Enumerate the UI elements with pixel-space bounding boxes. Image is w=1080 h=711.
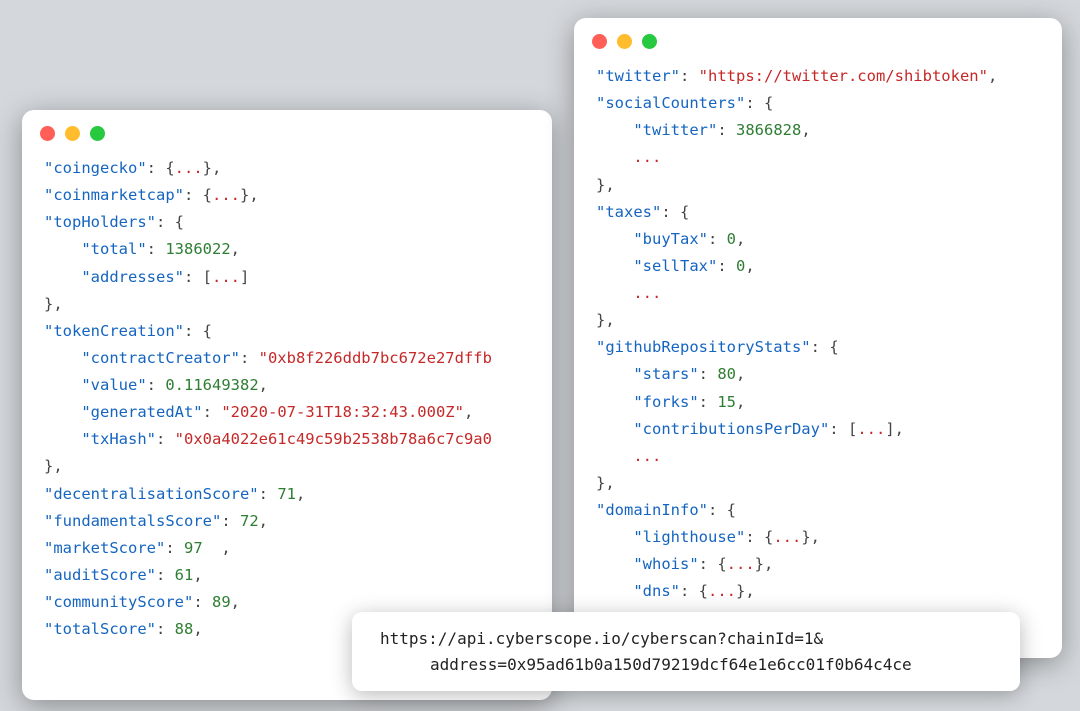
maximize-icon[interactable] [90,126,105,141]
json-key: "lighthouse" [633,528,745,546]
json-number: 61 [175,566,194,584]
json-number: 97 [184,539,203,557]
json-key: "contractCreator" [81,349,240,367]
api-url-line2: address=0x95ad61b0a150d79219dcf64e1e6cc0… [380,652,992,678]
json-number: 3866828 [736,121,801,139]
minimize-icon[interactable] [617,34,632,49]
json-key: "contributionsPerDay" [633,420,829,438]
api-url-line1: https://api.cyberscope.io/cyberscan?chai… [380,626,992,652]
json-key: "marketScore" [44,539,165,557]
window-titlebar [574,18,1062,53]
json-key: "forks" [633,393,698,411]
json-key: "taxes" [596,203,661,221]
close-icon[interactable] [40,126,55,141]
window-titlebar [22,110,552,145]
json-number: 71 [277,485,296,503]
json-key: "dns" [633,582,680,600]
close-icon[interactable] [592,34,607,49]
code-block-left: "coingecko": {...}, "coinmarketcap": {..… [22,145,552,661]
json-number: 1386022 [165,240,230,258]
json-key: "totalScore" [44,620,156,638]
json-string: "2020-07-31T18:32:43.000Z" [221,403,464,421]
maximize-icon[interactable] [642,34,657,49]
json-key: "total" [81,240,146,258]
json-key: "topHolders" [44,213,156,231]
json-number: 72 [240,512,259,530]
json-key: "buyTax" [633,230,708,248]
json-number: 88 [175,620,194,638]
json-string: "https://twitter.com/shibtoken" [699,67,988,85]
json-key: "twitter" [633,121,717,139]
json-number: 0 [727,230,736,248]
json-key: "auditScore" [44,566,156,584]
code-block-right: "twitter": "https://twitter.com/shibtoke… [574,53,1062,651]
json-key: "decentralisationScore" [44,485,259,503]
json-key: "sellTax" [633,257,717,275]
json-key: "communityScore" [44,593,193,611]
json-number: 80 [717,365,736,383]
json-key: "value" [81,376,146,394]
json-key: "twitter" [596,67,680,85]
json-number: 89 [212,593,231,611]
json-key: "domainInfo" [596,501,708,519]
json-key: "socialCounters" [596,94,745,112]
json-string: "0x0a4022e61c49c59b2538b78a6c7c9a0 [175,430,492,448]
json-key: "txHash" [81,430,156,448]
json-key: "coingecko" [44,159,147,177]
json-key: "addresses" [81,268,184,286]
json-number: 0.11649382 [165,376,258,394]
json-key: "githubRepositoryStats" [596,338,811,356]
minimize-icon[interactable] [65,126,80,141]
json-key: "coinmarketcap" [44,186,184,204]
json-key: "generatedAt" [81,403,202,421]
json-key: "stars" [633,365,698,383]
json-key: "tokenCreation" [44,322,184,340]
json-number: 0 [736,257,745,275]
api-url-display: https://api.cyberscope.io/cyberscan?chai… [352,612,1020,691]
code-window-right: "twitter": "https://twitter.com/shibtoke… [574,18,1062,658]
json-key: "fundamentalsScore" [44,512,221,530]
json-string: "0xb8f226ddb7bc672e27dffb [259,349,492,367]
json-number: 15 [717,393,736,411]
json-key: "whois" [633,555,698,573]
